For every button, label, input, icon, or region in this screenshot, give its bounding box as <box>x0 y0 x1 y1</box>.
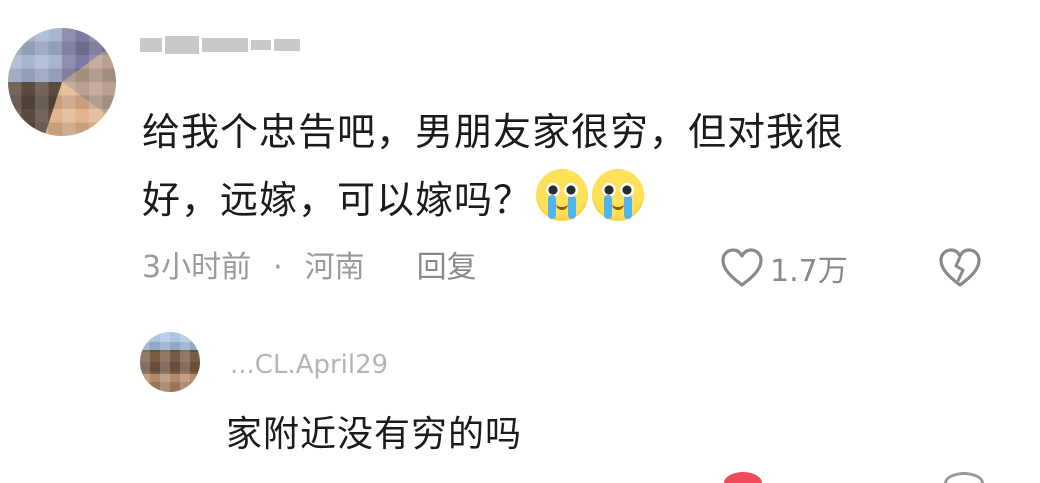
replier-avatar[interactable] <box>140 332 200 392</box>
commenter-username-redacted[interactable] <box>140 34 310 58</box>
commenter-avatar[interactable] <box>8 28 116 136</box>
dislike-button[interactable] <box>936 246 984 290</box>
crying-face-emoji-icon <box>536 169 589 221</box>
reply-body: 家附近没有穷的吗 <box>226 414 523 455</box>
comment-body: 给我个忠告吧，男朋友家很穷，但对我很 好，远嫁，可以嫁吗？ <box>142 98 1002 234</box>
replier-username[interactable]: ...CL.April29 <box>230 350 388 380</box>
crying-face-emoji-icon <box>592 169 645 221</box>
comment-line-2: 好，远嫁，可以嫁吗？ <box>142 166 1002 234</box>
comment-location: 河南 <box>304 250 365 285</box>
broken-heart-icon <box>939 248 981 287</box>
heart-icon <box>721 248 763 287</box>
comment-meta: 3小时前 · 河南 回复 <box>142 248 477 288</box>
liked-heart-icon-partial[interactable] <box>724 472 762 483</box>
like-button[interactable]: 1.7万 <box>720 246 848 290</box>
replier-username-text: ...CL.April29 <box>230 350 389 380</box>
like-count: 1.7万 <box>770 254 848 289</box>
comment-line-1: 给我个忠告吧，男朋友家很穷，但对我很 <box>142 110 845 154</box>
avatar-mosaic <box>8 28 116 136</box>
comment-time: 3小时前 <box>142 250 252 285</box>
avatar-mosaic <box>140 332 200 392</box>
reply-button[interactable]: 回复 <box>417 248 477 288</box>
comment-line-2-text: 好，远嫁，可以嫁吗？ <box>142 178 533 222</box>
meta-separator: · <box>273 250 283 285</box>
broken-heart-icon-partial[interactable] <box>944 472 984 483</box>
